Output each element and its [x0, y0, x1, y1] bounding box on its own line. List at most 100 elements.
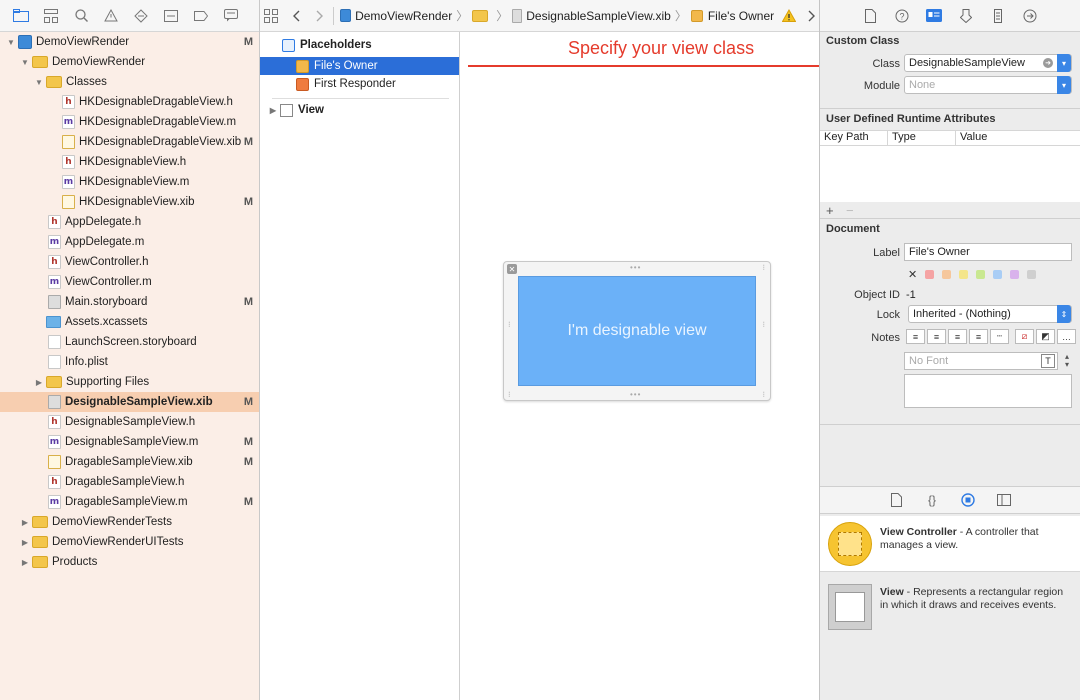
tree-item-group[interactable]: ▶ DemoViewRenderUITests: [0, 532, 259, 552]
green-swatch[interactable]: [976, 270, 986, 279]
tree-item-file[interactable]: Info.plist: [0, 352, 259, 372]
code-snippet-icon[interactable]: {}: [923, 491, 941, 509]
hierarchy-icon[interactable]: [42, 7, 60, 25]
resize-handle-icon[interactable]: •••: [630, 263, 641, 272]
tree-item-file[interactable]: h ViewController.h: [0, 252, 259, 272]
tree-item-file[interactable]: m HKDesignableDragableView.m: [0, 112, 259, 132]
disclosure-closed-icon[interactable]: ▶: [34, 377, 44, 387]
tree-item-file[interactable]: h HKDesignableView.h: [0, 152, 259, 172]
debug-icon[interactable]: [162, 7, 180, 25]
align-left-icon[interactable]: ≡: [906, 329, 925, 344]
attributes-inspector-icon[interactable]: [957, 7, 975, 25]
tree-item-file[interactable]: h HKDesignableDragableView.h: [0, 92, 259, 112]
tree-item-file[interactable]: LaunchScreen.storyboard: [0, 332, 259, 352]
clear-label-icon[interactable]: ✕: [908, 268, 917, 281]
object-library-icon[interactable]: [959, 491, 977, 509]
resize-handle-icon[interactable]: ⁝: [762, 390, 766, 399]
tree-item-file[interactable]: Assets.xcassets: [0, 312, 259, 332]
font-field[interactable]: No Font T: [904, 352, 1058, 370]
align-justify-icon[interactable]: ≡: [969, 329, 988, 344]
gray-swatch[interactable]: [1027, 270, 1037, 279]
resize-handle-icon[interactable]: •••: [630, 390, 641, 399]
tree-item-file[interactable]: m DesignableSampleView.m M: [0, 432, 259, 452]
media-library-icon[interactable]: [995, 491, 1013, 509]
related-items-icon[interactable]: [264, 7, 279, 25]
resize-handle-icon[interactable]: ⁝: [762, 320, 766, 329]
interface-builder-canvas[interactable]: Specify your view class ✕ ••• ⁝ ⁝ ⁝ ⁝ ••…: [460, 32, 868, 700]
tree-item-file[interactable]: h DragableSampleView.h: [0, 472, 259, 492]
chevron-right-icon[interactable]: [805, 7, 819, 25]
test-icon[interactable]: [132, 7, 150, 25]
breadcrumb-project[interactable]: DemoViewRender: [340, 9, 452, 23]
tree-item-group[interactable]: ▶ Supporting Files: [0, 372, 259, 392]
breadcrumb-object[interactable]: File's Owner: [690, 9, 774, 23]
align-right-icon[interactable]: ≡: [948, 329, 967, 344]
identity-inspector-icon[interactable]: [925, 7, 943, 25]
align-center-icon[interactable]: ≡: [927, 329, 946, 344]
tree-item-file[interactable]: h DesignableSampleView.h: [0, 412, 259, 432]
tree-item-file[interactable]: Main.storyboard M: [0, 292, 259, 312]
size-inspector-icon[interactable]: [989, 7, 1007, 25]
more-options-icon[interactable]: …: [1057, 329, 1076, 344]
resize-handle-icon[interactable]: ⁝: [508, 320, 512, 329]
disclosure-open-icon[interactable]: ▼: [20, 57, 30, 67]
tree-item-file-selected[interactable]: DesignableSampleView.xib M: [0, 392, 259, 412]
font-picker-icon[interactable]: T: [1041, 354, 1055, 368]
close-icon[interactable]: ✕: [507, 264, 517, 274]
tree-item-group[interactable]: ▼ Classes: [0, 72, 259, 92]
remove-icon[interactable]: −: [846, 203, 854, 218]
tree-item-file[interactable]: m AppDelegate.m: [0, 232, 259, 252]
tree-item-group[interactable]: ▶ DemoViewRenderTests: [0, 512, 259, 532]
disclosure-open-icon[interactable]: ▼: [6, 37, 16, 47]
class-combobox[interactable]: DesignableSampleView ➜ ▾: [904, 54, 1072, 72]
disclosure-closed-icon[interactable]: ▶: [20, 557, 30, 567]
add-icon[interactable]: +: [826, 203, 834, 218]
outline-item-first-responder[interactable]: First Responder: [260, 75, 459, 93]
designable-view[interactable]: I'm designable view: [518, 276, 756, 386]
back-icon[interactable]: [288, 7, 302, 25]
color-well-icon[interactable]: ◩: [1036, 329, 1055, 344]
disclosure-closed-icon[interactable]: ▶: [268, 105, 278, 115]
module-combobox[interactable]: None ▾: [904, 76, 1072, 94]
tree-item-file[interactable]: m DragableSampleView.m M: [0, 492, 259, 512]
purple-swatch[interactable]: [1010, 270, 1020, 279]
chevron-down-icon[interactable]: ▾: [1057, 76, 1071, 94]
lock-popup[interactable]: Inherited - (Nothing) ⇕: [908, 305, 1072, 323]
blue-swatch[interactable]: [993, 270, 1003, 279]
tree-item-file[interactable]: HKDesignableDragableView.xib M: [0, 132, 259, 152]
help-icon[interactable]: ?: [893, 7, 911, 25]
yellow-swatch[interactable]: [959, 270, 969, 279]
connections-inspector-icon[interactable]: [1021, 7, 1039, 25]
file-template-icon[interactable]: [887, 491, 905, 509]
disclosure-closed-icon[interactable]: ▶: [20, 517, 30, 527]
no-color-icon[interactable]: ⧄: [1015, 329, 1034, 344]
tree-item-file[interactable]: HKDesignableView.xib M: [0, 192, 259, 212]
forward-icon[interactable]: [313, 7, 327, 25]
xib-view-frame[interactable]: ✕ ••• ⁝ ⁝ ⁝ ⁝ ••• ⁝ I'm designable view: [503, 261, 771, 401]
runtime-attributes-table[interactable]: [820, 146, 1080, 202]
align-natural-icon[interactable]: ┄: [990, 329, 1009, 344]
report-icon[interactable]: [222, 7, 240, 25]
label-field[interactable]: File's Owner: [904, 243, 1072, 261]
search-icon[interactable]: [72, 7, 90, 25]
breadcrumb-file[interactable]: DesignableSampleView.xib: [512, 8, 671, 23]
disclosure-closed-icon[interactable]: ▶: [20, 537, 30, 547]
font-size-stepper[interactable]: ▴ ▾: [1062, 352, 1072, 370]
resize-handle-icon[interactable]: ⁝: [508, 390, 512, 399]
tree-item-file[interactable]: DragableSampleView.xib M: [0, 452, 259, 472]
tree-item-group[interactable]: ▼ DemoViewRender: [0, 52, 259, 72]
tree-item-file[interactable]: h AppDelegate.h: [0, 212, 259, 232]
navigate-arrow-icon[interactable]: ➜: [1043, 58, 1053, 68]
orange-swatch[interactable]: [942, 270, 952, 279]
outline-item-files-owner[interactable]: File's Owner: [260, 57, 459, 75]
file-inspector-icon[interactable]: [861, 7, 879, 25]
warning-icon[interactable]: [102, 7, 120, 25]
tree-item-group[interactable]: ▶ Products: [0, 552, 259, 572]
breadcrumb-folder[interactable]: [472, 9, 492, 22]
tree-item-project[interactable]: ▼ DemoViewRender M: [0, 32, 259, 52]
disclosure-open-icon[interactable]: ▼: [34, 77, 44, 87]
warning-badge-icon[interactable]: [782, 7, 797, 25]
library-item-view[interactable]: View - Represents a rectangular region i…: [820, 576, 1080, 632]
tree-item-file[interactable]: m HKDesignableView.m: [0, 172, 259, 192]
folder-icon[interactable]: [12, 7, 30, 25]
